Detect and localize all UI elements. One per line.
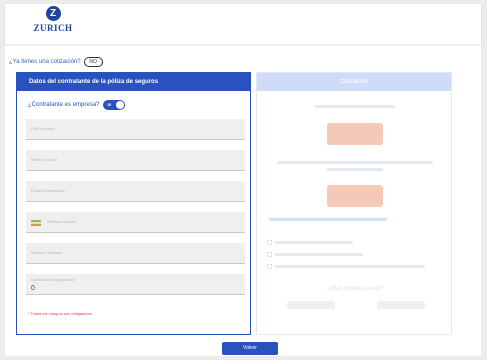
field-placeholder: Full Empresa * bbox=[31, 126, 58, 131]
quote-option-button[interactable] bbox=[327, 123, 383, 145]
back-button[interactable]: Volver bbox=[222, 342, 278, 355]
placeholder-text-line bbox=[327, 168, 383, 171]
checkbox[interactable] bbox=[267, 240, 272, 245]
checkbox-label-line bbox=[275, 241, 353, 244]
field-placeholder: Teléfono Celular * bbox=[46, 219, 78, 224]
page-frame: Z ZURICH ¿Ya tienes una cotización? NO D… bbox=[5, 4, 481, 356]
header: Z ZURICH bbox=[5, 4, 481, 44]
quote-panel-title: Cotización bbox=[257, 73, 451, 91]
quote-question-row: ¿Ya tienes una cotización? NO bbox=[9, 57, 103, 67]
contractor-panel-title: Datos del contratante de la póliza de se… bbox=[17, 73, 250, 91]
checkbox-label-line bbox=[275, 253, 363, 256]
quote-question-label: ¿Ya tienes una cotización? bbox=[9, 59, 81, 65]
contact-name-field[interactable]: Nombre Contacto * bbox=[26, 243, 245, 264]
business-name-field[interactable]: Razón Social * bbox=[26, 150, 245, 171]
terms-link-line[interactable] bbox=[269, 218, 387, 221]
action-option[interactable] bbox=[287, 301, 335, 309]
zurich-logo[interactable]: Z ZURICH bbox=[31, 6, 75, 33]
field-placeholder: Email Empresarial * bbox=[31, 188, 67, 193]
placeholder-text-line bbox=[315, 105, 395, 108]
company-toggle[interactable]: SI bbox=[103, 100, 126, 110]
field-value: 0 bbox=[31, 285, 35, 292]
checkbox[interactable] bbox=[267, 252, 272, 257]
what-to-do-question: ¿Qué quieres hacer? bbox=[326, 286, 384, 292]
placeholder-text-line bbox=[277, 161, 433, 164]
checkbox-label-line bbox=[275, 265, 425, 268]
field-placeholder: Razón Social * bbox=[31, 157, 58, 162]
quote-toggle[interactable]: NO bbox=[83, 57, 103, 67]
company-question-row: ¿Contratante es empresa? SI bbox=[28, 100, 126, 110]
company-name-field[interactable]: Full Empresa * bbox=[26, 119, 245, 140]
logo-text: ZURICH bbox=[33, 23, 73, 33]
contractor-panel: Datos del contratante de la póliza de se… bbox=[16, 72, 251, 335]
company-question-label: ¿Contratante es empresa? bbox=[28, 102, 100, 108]
action-option[interactable] bbox=[377, 301, 425, 309]
employee-count-field[interactable]: Cantidad de Empleados * 0 bbox=[26, 274, 245, 295]
country-flag-icon[interactable] bbox=[31, 220, 41, 226]
phone-field[interactable]: Teléfono Celular * bbox=[26, 212, 245, 233]
company-toggle-label: SI bbox=[107, 102, 112, 107]
checkbox[interactable] bbox=[267, 264, 272, 269]
quote-panel: Cotización ¿Qué quieres hacer? bbox=[256, 72, 452, 335]
quote-option-button[interactable] bbox=[327, 185, 383, 207]
email-field[interactable]: Email Empresarial * bbox=[26, 181, 245, 202]
field-placeholder: Nombre Contacto * bbox=[31, 250, 66, 255]
toggle-knob bbox=[116, 101, 125, 109]
required-fields-note: * Todos los campos son obligatorios bbox=[28, 311, 92, 316]
field-placeholder: Cantidad de Empleados * bbox=[31, 277, 77, 282]
zurich-logo-icon: Z bbox=[45, 6, 61, 21]
